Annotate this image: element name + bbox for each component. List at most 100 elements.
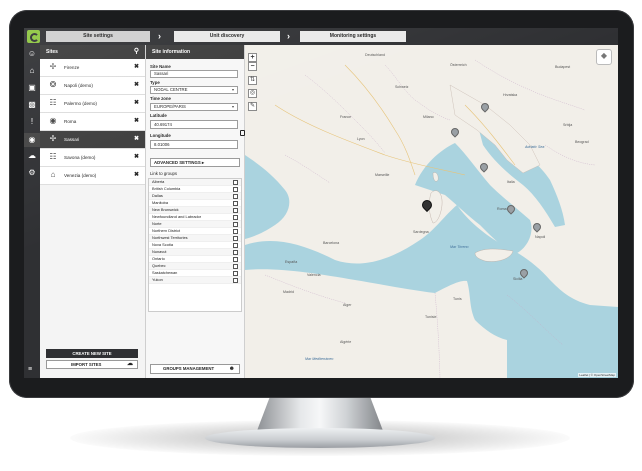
- wizard-topbar: Site settings › Unit discovery › Monitor…: [24, 28, 618, 45]
- group-checkbox[interactable]: [233, 264, 238, 269]
- close-icon[interactable]: ✖: [134, 167, 139, 184]
- latitude-label: Latitude: [150, 113, 167, 118]
- site-name: Firenze: [64, 65, 80, 70]
- longitude-field[interactable]: 8.01006: [150, 140, 238, 149]
- type-select[interactable]: NODAL CENTRE ▾: [150, 86, 238, 94]
- site-list-item[interactable]: ❂ Napoli (demo) ✖: [40, 77, 145, 95]
- cloud-upload-icon: ☁: [127, 361, 133, 367]
- step-unit-discovery[interactable]: Unit discovery: [174, 31, 280, 42]
- group-list-item[interactable]: Nova Scotia: [149, 242, 241, 249]
- chevron-down-icon: ▾: [231, 104, 234, 109]
- alert-icon[interactable]: !: [27, 117, 37, 127]
- map-place-label: Napoli: [535, 235, 546, 239]
- group-checkbox[interactable]: [233, 180, 238, 185]
- site-list-item[interactable]: ☷ Savona (demo) ✖: [40, 149, 145, 167]
- zoom-out-button[interactable]: −: [248, 62, 257, 71]
- group-name: Norte: [152, 221, 162, 226]
- group-checkbox[interactable]: [233, 236, 238, 241]
- group-list-item[interactable]: Northern District: [149, 228, 241, 235]
- step-site-settings[interactable]: Site settings: [46, 31, 150, 42]
- group-list-item[interactable]: British Columbia: [149, 186, 241, 193]
- group-checkbox[interactable]: [233, 215, 238, 220]
- hamburger-icon[interactable]: ≡: [28, 366, 32, 373]
- cloud-icon[interactable]: ☁: [27, 151, 37, 161]
- group-list-item[interactable]: Nunavut: [149, 249, 241, 256]
- group-list-item[interactable]: Norte: [149, 221, 241, 228]
- group-checkbox[interactable]: [233, 222, 238, 227]
- layers-icon[interactable]: ◆: [596, 49, 612, 65]
- map-place-label: Sardegna: [413, 230, 429, 234]
- site-list-item[interactable]: ✢ Firenze ✖: [40, 59, 145, 77]
- zoom-in-button[interactable]: +: [248, 53, 257, 62]
- group-list-item[interactable]: New Brunswick: [149, 207, 241, 214]
- group-list-item[interactable]: Newfoundland and Labrador: [149, 214, 241, 221]
- timezone-label: Time zone: [150, 96, 171, 101]
- groups-management-label: GROUPS MANAGEMENT: [163, 366, 215, 371]
- target-icon[interactable]: ◎: [248, 89, 257, 98]
- server-icon: ☷: [49, 98, 57, 107]
- site-name: Palermo (demo): [64, 101, 97, 106]
- groups-management-button[interactable]: GROUPS MANAGEMENT ☻: [150, 364, 240, 374]
- camera-icon: ◉: [49, 116, 57, 125]
- group-checkbox[interactable]: [233, 257, 238, 262]
- route-icon[interactable]: ⇅: [248, 76, 257, 85]
- site-list-item[interactable]: ⌂ Venezia (demo) ✖: [40, 167, 145, 185]
- map-attribution[interactable]: Leaflet | © OpenStreetMap: [578, 373, 616, 377]
- link-to-groups-label: Link to groups: [150, 171, 177, 176]
- site-list-item[interactable]: ☷ Palermo (demo) ✖: [40, 95, 145, 113]
- group-list-item[interactable]: Ontario: [149, 256, 241, 263]
- group-name: New Brunswick: [152, 207, 179, 212]
- close-icon[interactable]: ✖: [134, 59, 139, 76]
- group-checkbox[interactable]: [233, 271, 238, 276]
- device-icon[interactable]: ▣: [27, 83, 37, 93]
- group-list-item[interactable]: Quebec: [149, 263, 241, 270]
- group-checkbox[interactable]: [233, 229, 238, 234]
- step-monitoring-settings[interactable]: Monitoring settings: [300, 31, 406, 42]
- group-checkbox[interactable]: [233, 194, 238, 199]
- create-new-site-button[interactable]: CREATE NEW SITE: [46, 349, 138, 358]
- close-icon[interactable]: ✖: [134, 77, 139, 94]
- group-checkbox[interactable]: [233, 250, 238, 255]
- site-list-item[interactable]: ✢ Sassari ✖: [40, 131, 145, 149]
- home-icon[interactable]: ⌂: [27, 66, 37, 76]
- map-place-label: Valencia: [307, 273, 321, 277]
- location-pin-icon[interactable]: ◉: [24, 133, 40, 147]
- group-name: Quebec: [152, 263, 166, 268]
- group-list-item[interactable]: Northwest Territories: [149, 235, 241, 242]
- map-place-label: Sicilia: [513, 277, 523, 281]
- group-checkbox[interactable]: [233, 201, 238, 206]
- group-list-item[interactable]: Alberta: [149, 179, 241, 186]
- advanced-settings-button[interactable]: ADVANCED SETTINGS ▸: [150, 158, 240, 167]
- group-list-item[interactable]: Saskatchewan: [149, 270, 241, 277]
- map-place-label: Roma: [497, 207, 507, 211]
- import-sites-button[interactable]: IMPORT SITES ☁: [46, 360, 138, 369]
- group-checkbox[interactable]: [233, 208, 238, 213]
- group-checkbox[interactable]: [233, 187, 238, 192]
- chevron-down-icon: ▾: [231, 87, 234, 92]
- site-name: Napoli (demo): [64, 83, 93, 88]
- user-avatar-icon[interactable]: ☺: [27, 49, 37, 59]
- group-list-item[interactable]: Dallas: [149, 193, 241, 200]
- map-place-label: España: [285, 260, 298, 264]
- map-view[interactable]: + − ⇅ ◎ ✎ ◆ France Italia España Algérie Tun…: [245, 45, 618, 378]
- site-name-label: Site Name: [150, 64, 171, 69]
- group-list-item[interactable]: Yukon: [149, 277, 241, 284]
- group-name: Manitoba: [152, 200, 169, 205]
- gear-icon[interactable]: ⚙: [27, 168, 37, 178]
- bar-chart-icon[interactable]: ▩: [27, 100, 37, 110]
- close-icon[interactable]: ✖: [134, 131, 139, 148]
- close-icon[interactable]: ✖: [134, 113, 139, 130]
- close-icon[interactable]: ✖: [134, 149, 139, 166]
- site-name: Venezia (demo): [64, 173, 97, 178]
- group-checkbox[interactable]: [233, 243, 238, 248]
- search-icon[interactable]: ⚲: [134, 45, 139, 59]
- longitude-value: 8.01006: [154, 142, 170, 147]
- latitude-field[interactable]: 40.69174: [150, 120, 238, 129]
- timezone-select[interactable]: EUROPE/PARIS ▾: [150, 103, 238, 111]
- group-checkbox[interactable]: [233, 278, 238, 283]
- close-icon[interactable]: ✖: [134, 95, 139, 112]
- site-name-field[interactable]: Sassari: [150, 70, 238, 78]
- group-list-item[interactable]: Manitoba: [149, 200, 241, 207]
- site-list-item[interactable]: ◉ Roma ✖: [40, 113, 145, 131]
- ruler-icon[interactable]: ✎: [248, 102, 257, 111]
